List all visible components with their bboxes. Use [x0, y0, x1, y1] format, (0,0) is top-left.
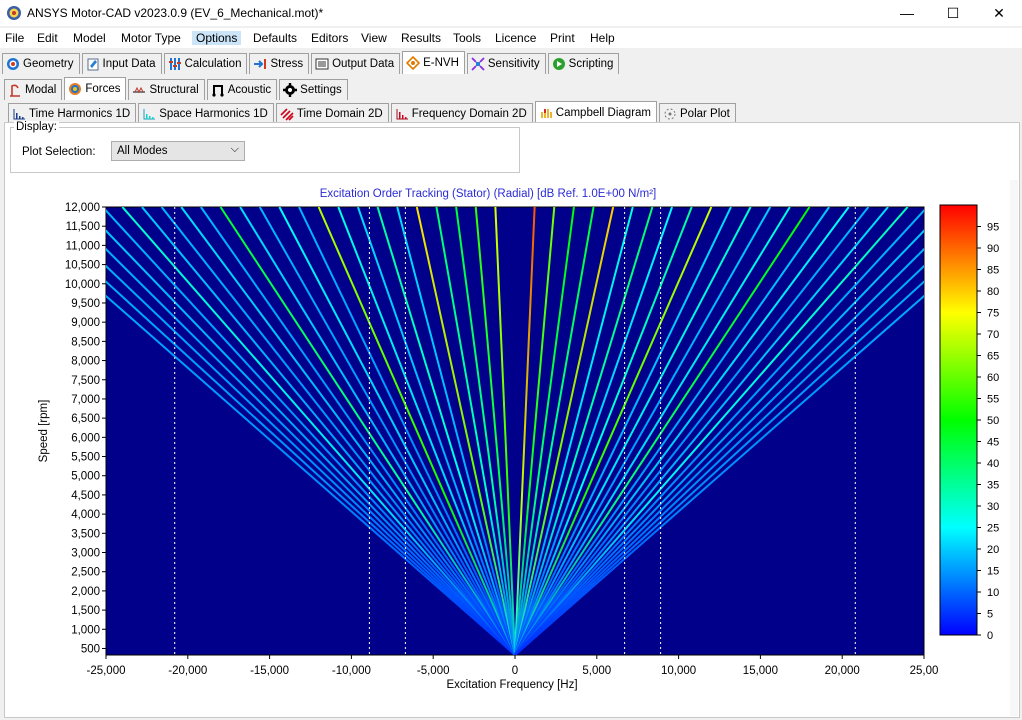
vertical-scrollbar-strip[interactable] [1010, 180, 1018, 716]
chart-title: Excitation Order Tracking (Stator) (Radi… [320, 188, 657, 200]
colorbar-tick-label: 75 [987, 308, 999, 320]
y-tick-label: 8,500 [71, 336, 100, 348]
y-tick-label: 9,000 [71, 317, 100, 329]
colorbar-tick-label: 15 [987, 566, 999, 578]
x-tick-label: 20,000 [825, 665, 860, 677]
y-tick-label: 11,500 [66, 221, 100, 233]
y-tick-label: 1,500 [71, 605, 100, 617]
colorbar-tick-label: 20 [987, 544, 999, 556]
y-tick-label: 2,500 [71, 567, 100, 579]
colorbar-tick-label: 55 [987, 394, 999, 406]
colorbar-tick-label: 85 [987, 265, 999, 277]
y-tick-label: 500 [81, 643, 100, 655]
colorbar-tick-label: 65 [987, 351, 999, 363]
colorbar-tick-label: 5 [987, 609, 993, 621]
y-tick-label: 6,000 [71, 432, 100, 444]
colorbar-tick-label: 30 [987, 501, 999, 513]
campbell-chart: Excitation Order Tracking (Stator) (Radi… [38, 188, 999, 691]
x-tick-label: 15,000 [743, 665, 778, 677]
colorbar-tick-label: 60 [987, 372, 999, 384]
y-tick-label: 1,000 [71, 624, 100, 636]
x-tick-label: 0 [512, 665, 518, 677]
x-tick-label: 25,00 [910, 665, 939, 677]
y-tick-label: 5,500 [71, 452, 100, 464]
x-tick-label: -5,000 [417, 665, 450, 677]
x-tick-label: 5,000 [582, 665, 611, 677]
x-tick-label: -25,000 [86, 665, 125, 677]
colorbar-tick-label: 35 [987, 480, 999, 492]
y-tick-label: 10,500 [65, 260, 100, 272]
y-tick-label: 10,000 [65, 279, 100, 291]
colorbar-tick-label: 50 [987, 415, 999, 427]
x-tick-label: 10,000 [661, 665, 696, 677]
y-tick-label: 3,000 [71, 548, 100, 560]
x-tick-label: -20,000 [168, 665, 207, 677]
colorbar-tick-label: 45 [987, 437, 999, 449]
colorbar-tick-label: 0 [987, 630, 993, 642]
y-tick-label: 4,000 [71, 509, 100, 521]
y-tick-label: 7,500 [71, 375, 100, 387]
x-axis-label: Excitation Frequency [Hz] [446, 679, 577, 691]
y-tick-label: 3,500 [71, 528, 100, 540]
y-tick-label: 5,000 [71, 471, 100, 483]
y-tick-label: 8,000 [71, 356, 100, 368]
colorbar-tick-label: 40 [987, 458, 999, 470]
y-tick-label: 4,500 [71, 490, 100, 502]
y-tick-label: 9,500 [71, 298, 100, 310]
y-tick-label: 2,000 [71, 586, 100, 598]
colorbar [939, 204, 978, 636]
y-tick-label: 11,000 [66, 240, 100, 252]
colorbar-tick-label: 80 [987, 286, 999, 298]
x-tick-label: -15,000 [250, 665, 289, 677]
colorbar-tick-label: 10 [987, 587, 999, 599]
y-tick-label: 12,000 [65, 202, 100, 214]
colorbar-tick-label: 25 [987, 523, 999, 535]
colorbar-tick-label: 90 [987, 243, 999, 255]
colorbar-tick-label: 70 [987, 329, 999, 341]
y-tick-label: 7,000 [71, 394, 100, 406]
plot-area [105, 206, 925, 656]
y-axis-label: Speed [rpm] [38, 400, 50, 463]
colorbar-tick-label: 95 [987, 222, 999, 234]
y-tick-label: 6,500 [71, 413, 100, 425]
x-tick-label: -10,000 [332, 665, 371, 677]
